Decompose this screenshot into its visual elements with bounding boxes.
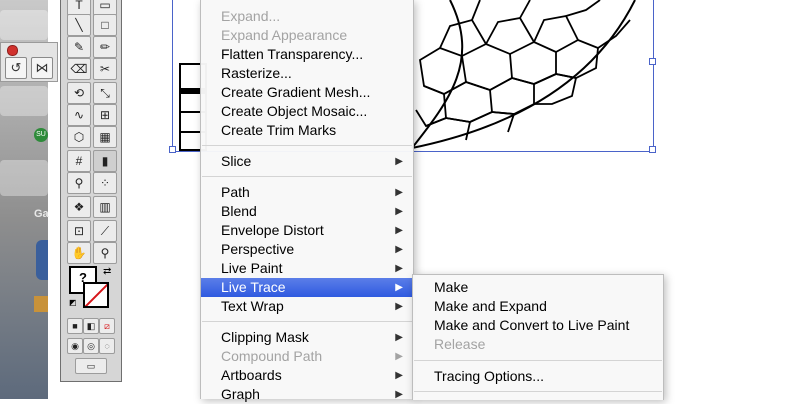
gradient-tool-icon[interactable]: ▮ xyxy=(93,150,117,172)
lasso-icon[interactable]: ↺ xyxy=(5,57,27,79)
menu-separator xyxy=(414,391,662,392)
magic-wand-icon[interactable]: ⋈ xyxy=(31,57,53,79)
submenu-item-tracing-options[interactable]: Tracing Options... xyxy=(413,367,663,386)
menu-item-graph[interactable]: Graph ▶ xyxy=(201,385,413,404)
menu-item-create-gradient-mesh[interactable]: Create Gradient Mesh... xyxy=(201,83,413,102)
submenu-item-make-and-convert-to-live-paint[interactable]: Make and Convert to Live Paint xyxy=(413,316,663,335)
submenu-arrow-icon: ▶ xyxy=(395,206,403,217)
desktop-partial-label: Ga xyxy=(34,208,49,220)
menu-item-flatten-transparency[interactable]: Flatten Transparency... xyxy=(201,45,413,64)
selection-handle[interactable] xyxy=(169,146,176,153)
menu-item-expand[interactable]: Expand... xyxy=(201,7,413,26)
desktop-blue-item xyxy=(36,240,48,280)
menu-item-text-wrap[interactable]: Text Wrap ▶ xyxy=(201,297,413,316)
submenu-item-make-and-expand[interactable]: Make and Expand xyxy=(413,297,663,316)
submenu-arrow-icon: ▶ xyxy=(395,351,403,362)
menu-item-envelope-distort[interactable]: Envelope Distort ▶ xyxy=(201,221,413,240)
menu-separator xyxy=(202,145,412,146)
none-mode-icon[interactable]: ⧄ xyxy=(99,318,115,334)
dock-item xyxy=(0,86,48,116)
swap-fill-stroke-icon[interactable]: ⇄ xyxy=(103,266,111,277)
mesh-tool-icon[interactable]: # xyxy=(67,150,91,172)
menu-item-live-paint[interactable]: Live Paint ▶ xyxy=(201,259,413,278)
tools-panel: T ▭ ╲ □ ✎ ✏ ⌫ ✂ ⟲ ⤡ ∿ ⊞ ⬡ ▦ # ▮ ⚲ ⁘ ❖ ▥ … xyxy=(60,0,122,382)
draw-inside-icon[interactable]: ◌ xyxy=(99,338,115,354)
menu-item-live-trace[interactable]: Live Trace ▶ xyxy=(201,278,413,297)
menu-item-perspective[interactable]: Perspective ▶ xyxy=(201,240,413,259)
zoom-tool-icon[interactable]: ⚲ xyxy=(93,242,117,264)
eyedropper-tool-icon[interactable]: ⚲ xyxy=(67,172,91,194)
submenu-item-release[interactable]: Release xyxy=(413,335,663,354)
hand-tool-icon[interactable]: ✋ xyxy=(67,242,91,264)
menu-item-blend[interactable]: Blend ▶ xyxy=(201,202,413,221)
rectangle-tool-icon[interactable]: □ xyxy=(93,14,117,36)
line-tool-icon[interactable]: ╲ xyxy=(67,14,91,36)
stroke-swatch[interactable] xyxy=(83,282,109,308)
submenu-arrow-icon: ▶ xyxy=(395,370,403,381)
pencil-tool-icon[interactable]: ✏ xyxy=(93,36,117,58)
submenu-arrow-icon: ▶ xyxy=(395,156,403,167)
submenu-arrow-icon: ▶ xyxy=(395,244,403,255)
submenu-arrow-icon: ▶ xyxy=(395,301,403,312)
desktop-orange-item xyxy=(34,296,48,312)
selection-handle[interactable] xyxy=(649,146,656,153)
gradient-mode-icon[interactable]: ◧ xyxy=(83,318,99,334)
menu-separator xyxy=(202,321,412,322)
submenu-arrow-icon: ▶ xyxy=(395,263,403,274)
scissors-tool-icon[interactable]: ✂ xyxy=(93,58,117,80)
perspective-grid-icon[interactable]: ▦ xyxy=(93,126,117,148)
submenu-arrow-icon: ▶ xyxy=(395,282,403,293)
menu-item-create-trim-marks[interactable]: Create Trim Marks xyxy=(201,121,413,140)
menu-item-rasterize[interactable]: Rasterize... xyxy=(201,64,413,83)
dock-item xyxy=(0,160,48,196)
draw-normal-icon[interactable]: ◉ xyxy=(67,338,83,354)
menu-separator xyxy=(414,360,662,361)
dock-item xyxy=(0,10,48,40)
paintbrush-tool-icon[interactable]: ✎ xyxy=(67,36,91,58)
menu-item-expand-appearance[interactable]: Expand Appearance xyxy=(201,26,413,45)
free-transform-icon[interactable]: ⊞ xyxy=(93,104,117,126)
menu-item-create-object-mosaic[interactable]: Create Object Mosaic... xyxy=(201,102,413,121)
menu-separator xyxy=(202,176,412,177)
menu-item-slice[interactable]: Slice ▶ xyxy=(201,152,413,171)
eraser-tool-icon[interactable]: ⌫ xyxy=(67,58,91,80)
default-fill-stroke-icon[interactable]: ◩ xyxy=(69,298,77,307)
blend-tool-icon[interactable]: ⁘ xyxy=(93,172,117,194)
object-menu: Expand... Expand Appearance Flatten Tran… xyxy=(200,0,414,402)
menu-item-compound-path[interactable]: Compound Path ▶ xyxy=(201,347,413,366)
app-badge-icon: SU xyxy=(34,128,48,142)
color-mode-icon[interactable]: ■ xyxy=(67,318,83,334)
slice-tool-icon[interactable]: ⟋ xyxy=(93,220,117,242)
menu-item-artboards[interactable]: Artboards ▶ xyxy=(201,366,413,385)
screen-mode-icon[interactable]: ▭ xyxy=(75,358,107,374)
mini-tool-palette: ↺ ⋈ xyxy=(0,42,58,82)
submenu-arrow-icon: ▶ xyxy=(395,389,403,400)
symbol-sprayer-icon[interactable]: ❖ xyxy=(67,196,91,218)
submenu-arrow-icon: ▶ xyxy=(395,187,403,198)
submenu-item-make[interactable]: Make xyxy=(413,278,663,297)
live-trace-submenu: Make Make and Expand Make and Convert to… xyxy=(412,274,664,400)
submenu-arrow-icon: ▶ xyxy=(395,332,403,343)
submenu-arrow-icon: ▶ xyxy=(395,225,403,236)
warp-tool-icon[interactable]: ∿ xyxy=(67,104,91,126)
selection-handle[interactable] xyxy=(649,58,656,65)
graph-tool-icon[interactable]: ▥ xyxy=(93,196,117,218)
artboard-tool-icon[interactable]: ⊡ xyxy=(67,220,91,242)
shape-builder-icon[interactable]: ⬡ xyxy=(67,126,91,148)
close-icon[interactable] xyxy=(7,45,18,56)
rotate-tool-icon[interactable]: ⟲ xyxy=(67,82,91,104)
menu-item-clipping-mask[interactable]: Clipping Mask ▶ xyxy=(201,328,413,347)
menu-item-path[interactable]: Path ▶ xyxy=(201,183,413,202)
scale-tool-icon[interactable]: ⤡ xyxy=(93,82,117,104)
draw-behind-icon[interactable]: ◎ xyxy=(83,338,99,354)
